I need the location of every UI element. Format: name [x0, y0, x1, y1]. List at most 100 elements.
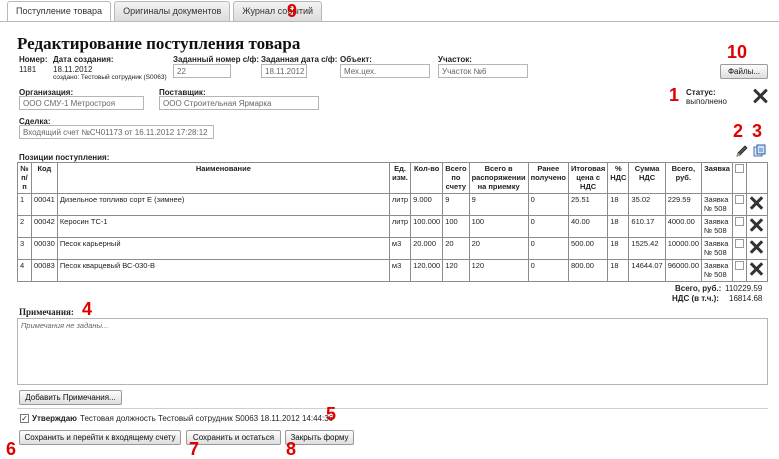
cell-qty: 100.000 — [410, 215, 444, 238]
notes-area[interactable]: Примечания не заданы... — [17, 318, 768, 385]
cell-name: Песок кварцевый ВС-030-В — [56, 259, 390, 282]
items-title: Позиции поступления: — [19, 153, 110, 162]
tab-original-documents[interactable]: Оригиналы документов — [114, 1, 231, 21]
cell-unit: литр — [388, 193, 412, 216]
approve-text: Тестовая должность Тестовый сотрудник S0… — [80, 414, 334, 423]
marker-2: 2 — [733, 121, 744, 141]
cell-select — [731, 215, 747, 238]
row-checkbox[interactable] — [734, 261, 744, 270]
delete-row-icon[interactable] — [749, 195, 765, 211]
tab-goods-receipt[interactable]: Поступление товара — [7, 1, 112, 22]
add-notes-button[interactable]: Добавить Примечания... — [19, 390, 122, 405]
row-checkbox[interactable] — [734, 217, 744, 226]
table-row: 1 00041 Дизельное топливо сорт Е (зимнее… — [17, 193, 769, 216]
cell-vat-sum: 1525.42 — [628, 237, 666, 260]
row-checkbox[interactable] — [734, 195, 744, 204]
col-header-price: Итоговая цена с НДС — [568, 162, 609, 194]
row-checkbox[interactable] — [734, 239, 744, 248]
marker-6: 6 — [6, 439, 17, 459]
tab-event-log[interactable]: Журнал событий — [233, 1, 323, 21]
cell-price: 40.00 — [568, 215, 609, 238]
object-label: Объект: — [340, 55, 372, 64]
site-field[interactable]: Участок №6 — [438, 64, 528, 78]
cell-code: 00030 — [30, 237, 58, 260]
cell-request[interactable]: Заявка № 508 — [701, 259, 733, 282]
created-by: создано: Тестовый сотрудник (S0063) — [53, 74, 167, 81]
deal-field[interactable]: Входящий счет №СЧ01173 от 16.11.2012 17:… — [19, 125, 214, 139]
col-header-delete — [745, 162, 769, 194]
object-field[interactable]: Мех.цех. — [340, 64, 430, 78]
page-title: Редактирование поступления товара — [17, 34, 301, 53]
col-header-code: Код — [30, 162, 58, 194]
cell-vat-sum: 610.17 — [628, 215, 666, 238]
marker-4: 4 — [82, 299, 93, 319]
cell-request[interactable]: Заявка № 508 — [701, 237, 733, 260]
delete-row-icon[interactable] — [749, 217, 765, 233]
cell-total: 96000.00 — [664, 259, 703, 282]
select-all-checkbox[interactable] — [734, 164, 744, 173]
cell-total: 4000.00 — [664, 215, 703, 238]
cell-vat-sum: 35.02 — [628, 193, 666, 216]
created-label: Дата создания: — [53, 55, 114, 64]
cell-invoice: 120 — [442, 259, 470, 282]
cell-available: 20 — [468, 237, 529, 260]
col-header-select — [731, 162, 747, 194]
sf-number-label: Заданный номер с/ф: — [173, 55, 260, 64]
cell-name: Песок карьерный — [56, 237, 390, 260]
status-label: Статус: — [686, 88, 716, 97]
tab-divider — [0, 21, 779, 22]
col-header-vat-sum: Сумма НДС — [628, 162, 666, 194]
cell-available: 120 — [468, 259, 529, 282]
cell-invoice: 9 — [442, 193, 470, 216]
delete-row-icon[interactable] — [749, 261, 765, 277]
cell-n: 3 — [17, 237, 32, 260]
sf-date-field[interactable]: 18.11.2012 — [261, 64, 307, 78]
cell-select — [731, 237, 747, 260]
col-header-n: № п/п — [17, 162, 32, 194]
cell-delete — [745, 193, 769, 216]
supplier-field[interactable]: ООО Строительная Ярмарка — [159, 96, 319, 110]
marker-9: 9 — [287, 1, 298, 21]
cell-request[interactable]: Заявка № 508 — [701, 193, 733, 216]
cell-qty: 120.000 — [410, 259, 444, 282]
approve-checkbox[interactable]: ✓ — [20, 414, 29, 423]
marker-7: 7 — [189, 439, 200, 459]
col-header-available: Всего в распоряжении на приемку — [468, 162, 529, 194]
col-header-unit: Ед. изм. — [388, 162, 412, 194]
cell-received: 0 — [527, 237, 570, 260]
cell-n: 4 — [17, 259, 32, 282]
col-header-request: Заявка — [701, 162, 733, 194]
table-row: 3 00030 Песок карьерный м3 20.000 20 20 … — [17, 237, 769, 260]
tab-bar: Поступление товара Оригиналы документов … — [7, 1, 325, 22]
marker-1: 1 — [669, 85, 680, 105]
cell-n: 1 — [17, 193, 32, 216]
cell-delete — [745, 237, 769, 260]
cell-available: 9 — [468, 193, 529, 216]
cell-vat-sum: 14644.07 — [628, 259, 666, 282]
approve-label: Утверждаю — [32, 414, 77, 423]
col-header-received: Ранее получено — [527, 162, 570, 194]
cell-received: 0 — [527, 259, 570, 282]
organization-field[interactable]: ООО СМУ-1 Метростроя — [19, 96, 144, 110]
pencil-icon[interactable] — [735, 144, 748, 158]
site-label: Участок: — [438, 55, 472, 64]
files-button[interactable]: Файлы... — [720, 64, 768, 79]
copy-icon[interactable] — [753, 144, 767, 158]
cell-request[interactable]: Заявка № 508 — [701, 215, 733, 238]
save-and-go-button[interactable]: Сохранить и перейти к входящему счету — [19, 430, 181, 445]
marker-8: 8 — [286, 439, 297, 459]
vat-total-value: 16814.68 — [729, 294, 763, 303]
cell-name: Дизельное топливо сорт Е (зимнее) — [56, 193, 390, 216]
save-and-stay-button[interactable]: Сохранить и остаться — [186, 430, 281, 445]
number-label: Номер: — [19, 55, 48, 64]
sf-number-field[interactable]: 22 — [173, 64, 231, 78]
cell-code: 00083 — [30, 259, 58, 282]
cell-total: 229.59 — [664, 193, 703, 216]
sf-date-label: Заданная дата с/ф: — [261, 55, 338, 64]
col-header-total: Всего, руб. — [664, 162, 703, 194]
cell-vat-pct: 18 — [607, 215, 630, 238]
delete-document-icon[interactable] — [752, 88, 768, 104]
delete-row-icon[interactable] — [749, 239, 765, 255]
marker-10: 10 — [727, 42, 748, 62]
cell-select — [731, 259, 747, 282]
